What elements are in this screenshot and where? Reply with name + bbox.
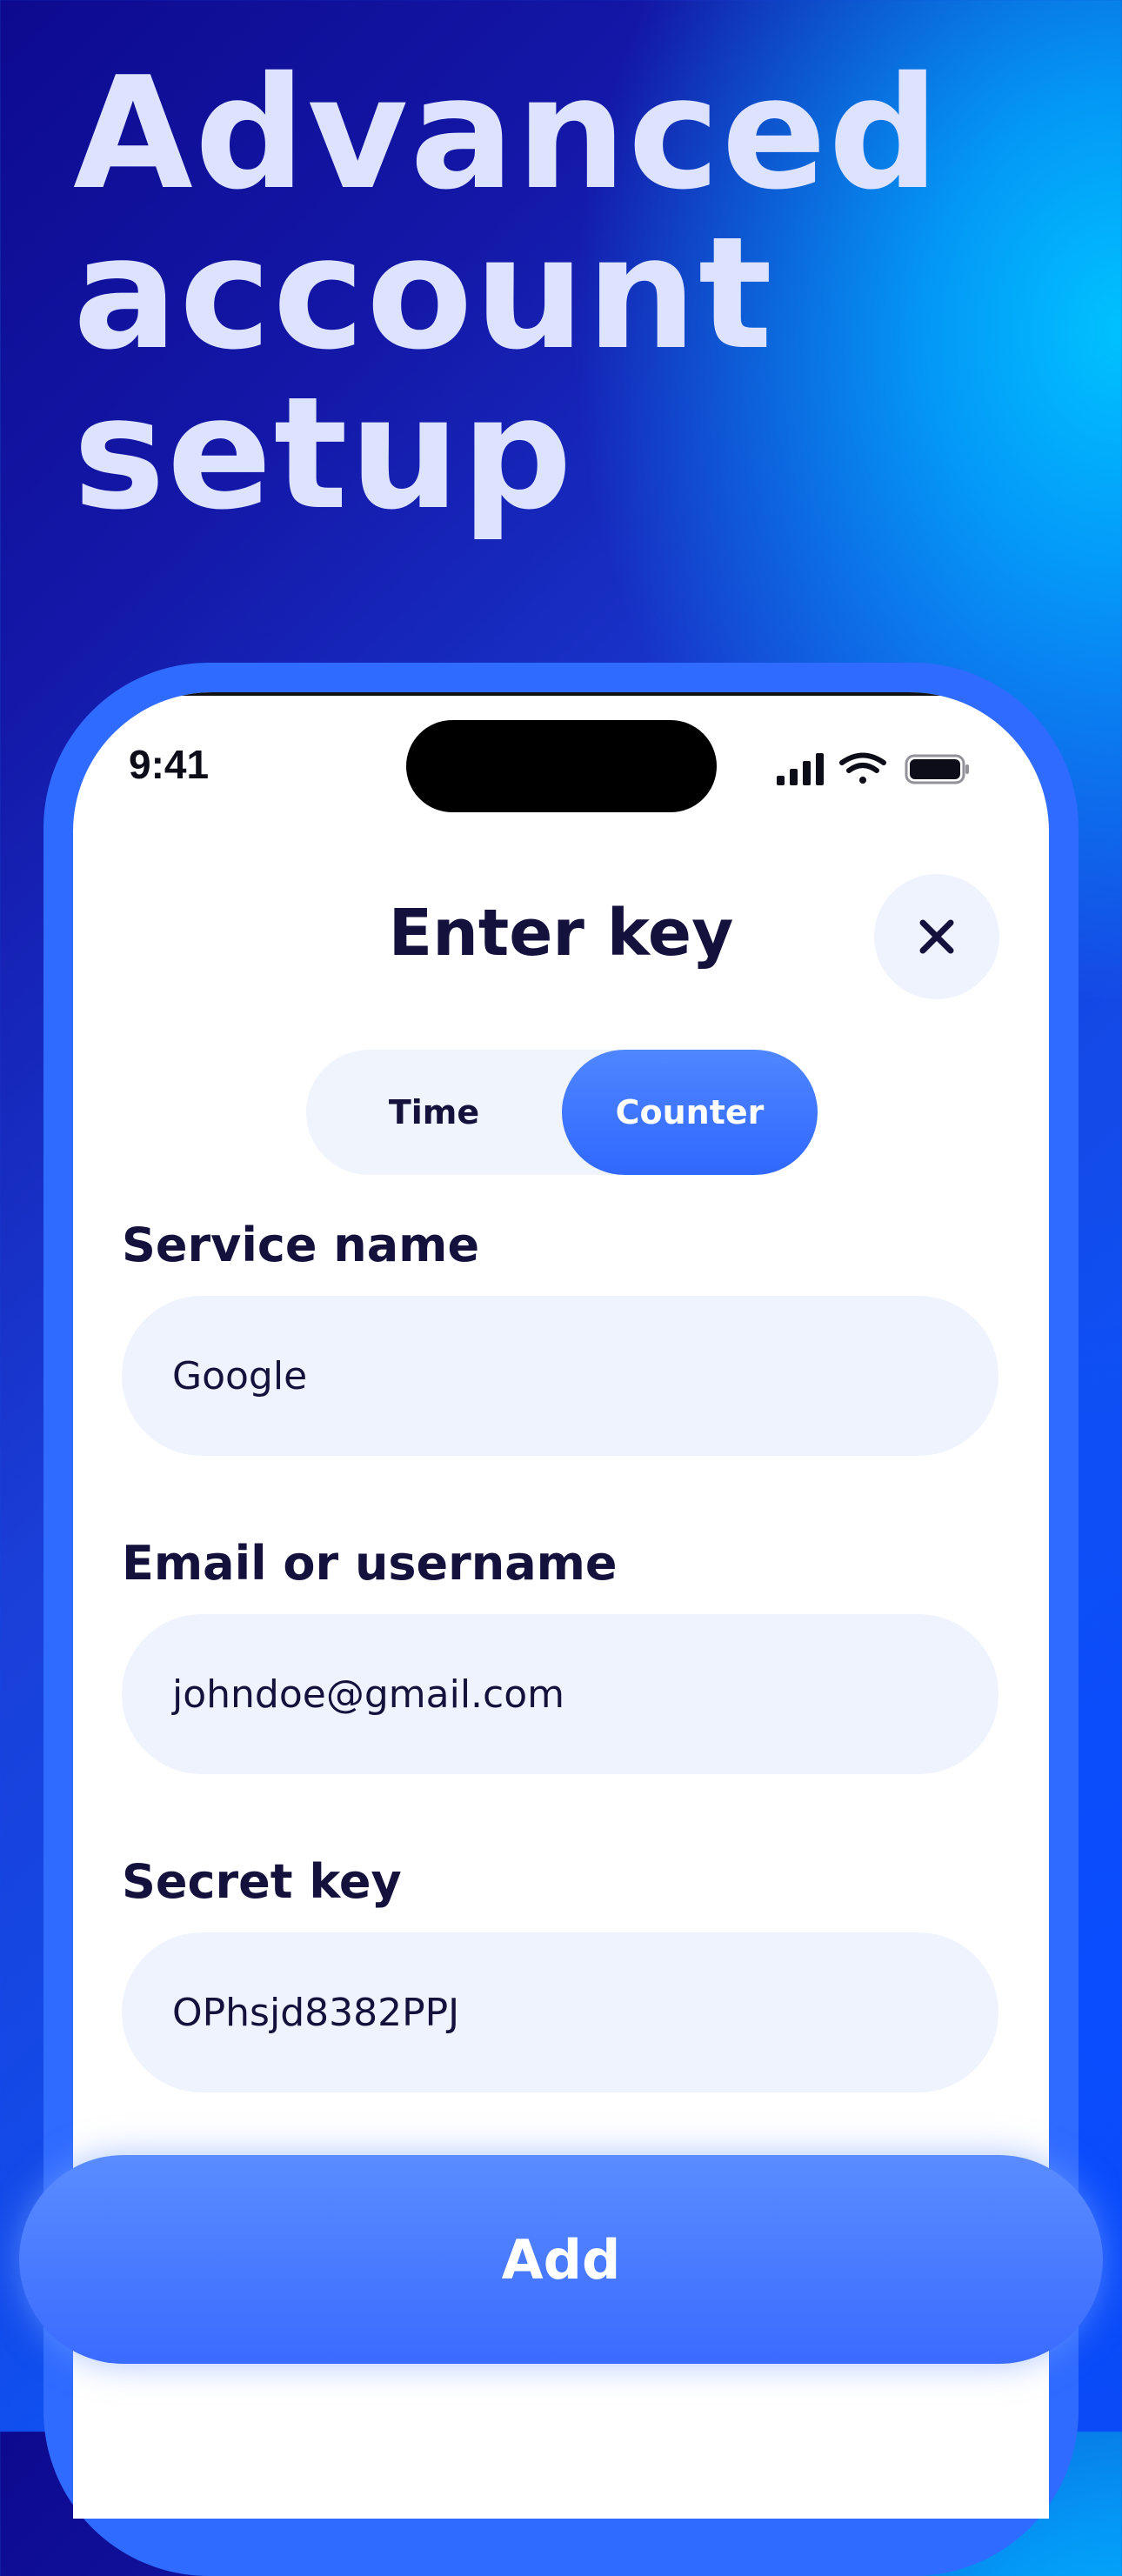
service-name-label: Service name <box>122 1218 480 1272</box>
status-icons <box>774 751 971 786</box>
segment-counter[interactable]: Counter <box>562 1050 818 1175</box>
sheet-title: Enter key <box>388 896 734 971</box>
headline: Advanced account setup <box>73 54 1073 534</box>
dynamic-island <box>406 720 717 812</box>
secret-key-input[interactable]: OPhsjd8382PPJ <box>122 1932 998 2092</box>
status-time: 9:41 <box>129 742 210 787</box>
close-button[interactable] <box>874 874 999 999</box>
headline-line-3: setup <box>73 364 574 544</box>
mode-segmented-control: Time Counter <box>306 1050 818 1175</box>
wifi-icon <box>839 752 886 784</box>
secret-key-label: Secret key <box>122 1854 402 1909</box>
battery-icon <box>905 754 969 784</box>
cellular-signal-icon <box>777 753 824 785</box>
add-button[interactable]: Add <box>19 2155 1103 2364</box>
service-name-input[interactable]: Google <box>122 1296 998 1456</box>
headline-line-1: Advanced <box>73 43 941 224</box>
email-input[interactable]: johndoe@gmail.com <box>122 1614 998 1774</box>
close-icon <box>919 919 954 954</box>
segment-time[interactable]: Time <box>306 1050 562 1175</box>
email-label: Email or username <box>122 1536 618 1591</box>
headline-line-2: account <box>73 204 774 384</box>
